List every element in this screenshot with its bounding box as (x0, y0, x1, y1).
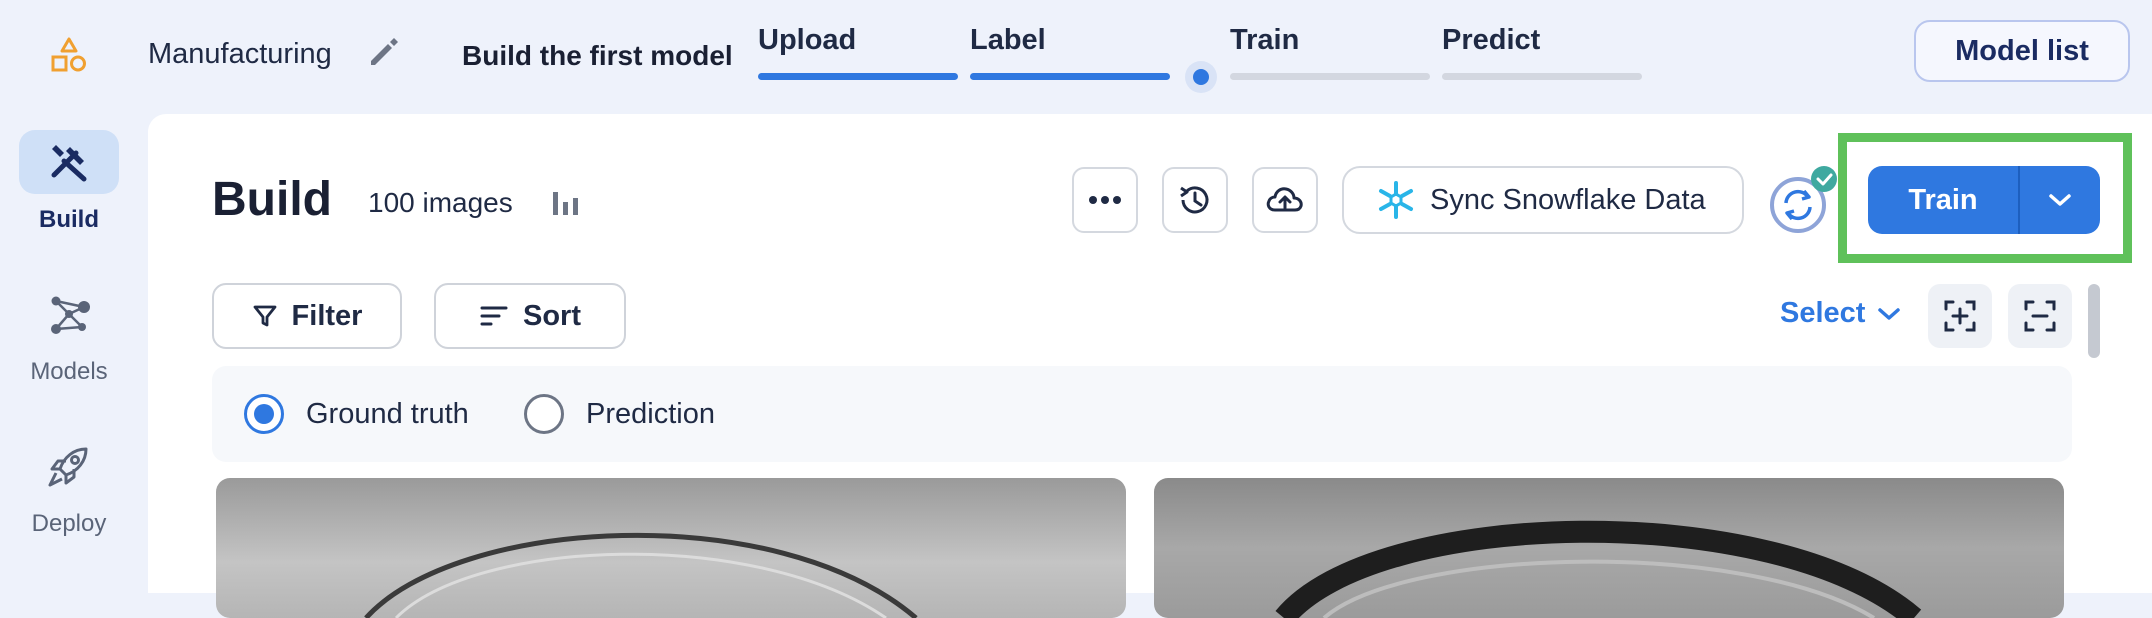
ground-truth-label[interactable]: Ground truth (306, 398, 469, 431)
model-list-button[interactable]: Model list (1914, 20, 2130, 82)
tools-icon (51, 145, 87, 182)
image-preview (364, 532, 918, 618)
more-dots-icon (1089, 196, 1121, 204)
sync-snowflake-button[interactable]: Sync Snowflake Data (1342, 166, 1744, 234)
chevron-down-icon (2049, 194, 2071, 206)
expand-view-button[interactable] (1928, 284, 1992, 348)
train-split-button[interactable]: Train (1868, 166, 2100, 234)
bar-chart-icon[interactable] (550, 186, 582, 218)
prediction-label[interactable]: Prediction (586, 398, 715, 431)
sort-button[interactable]: Sort (434, 283, 626, 349)
step-train[interactable]: Train (1230, 24, 1299, 57)
ground-truth-radio[interactable] (244, 394, 284, 434)
prediction-radio[interactable] (524, 394, 564, 434)
sort-label: Sort (523, 299, 581, 332)
page-title: Build (212, 173, 332, 226)
project-name: Manufacturing (148, 38, 332, 70)
history-icon (1180, 186, 1209, 214)
sync-status-icon[interactable] (1768, 165, 1838, 235)
sidebar-item-build[interactable]: Build (10, 130, 128, 234)
collapse-icon (2024, 300, 2056, 332)
app-logo-icon[interactable] (50, 36, 88, 74)
workflow-title: Build the first model (462, 40, 733, 71)
step-train-bar (1230, 73, 1430, 80)
step-label-bar (970, 73, 1170, 80)
filter-button[interactable]: Filter (212, 283, 402, 349)
cloud-upload-icon (1266, 187, 1303, 212)
train-button[interactable]: Train (1868, 166, 2018, 234)
sidebar-item-label: Deploy (31, 510, 107, 537)
step-label[interactable]: Label (970, 24, 1046, 57)
image-count: 100 images (368, 187, 513, 218)
sidebar-item-deploy[interactable]: Deploy (10, 434, 128, 538)
train-options-dropdown[interactable] (2018, 166, 2100, 234)
chevron-down-icon (1878, 307, 1901, 320)
image-thumbnail[interactable] (216, 478, 1126, 618)
filter-icon (253, 305, 276, 327)
scrollbar-thumb[interactable] (2088, 284, 2100, 358)
upload-button[interactable] (1252, 167, 1318, 233)
network-icon (51, 296, 90, 334)
image-thumbnail[interactable] (1154, 478, 2064, 618)
select-label: Select (1780, 297, 1866, 329)
step-predict-bar (1442, 73, 1642, 80)
current-step-indicator (1185, 61, 1217, 93)
step-upload-bar (758, 73, 958, 80)
select-dropdown[interactable]: Select (1780, 297, 1901, 330)
history-button[interactable] (1162, 167, 1228, 233)
sort-icon (480, 306, 508, 326)
sidebar-item-models[interactable]: Models (10, 282, 128, 386)
view-mode-toggle (212, 366, 2072, 462)
expand-icon (1944, 300, 1976, 332)
step-predict[interactable]: Predict (1442, 24, 1540, 57)
filter-label: Filter (291, 299, 363, 332)
sidebar-item-label: Build (39, 206, 99, 233)
rocket-icon (48, 447, 88, 487)
sidebar-item-label: Models (30, 358, 108, 385)
snowflake-icon (1379, 181, 1413, 219)
edit-pencil-icon[interactable] (366, 36, 400, 70)
image-preview (1275, 520, 1922, 618)
collapse-view-button[interactable] (2008, 284, 2072, 348)
more-options-button[interactable] (1072, 167, 1138, 233)
step-upload[interactable]: Upload (758, 24, 856, 57)
sync-snowflake-label: Sync Snowflake Data (1430, 183, 1706, 216)
